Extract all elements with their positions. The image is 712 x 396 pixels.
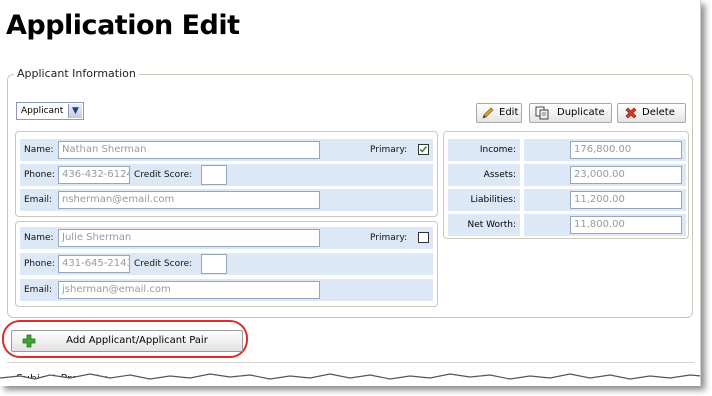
net-worth-row: Net Worth: 11,800.00 [448, 214, 686, 236]
applicant-1-phone-row: Phone: 436-432-6124 Credit Score: [20, 164, 433, 186]
primary-label: Primary: [370, 145, 408, 155]
edit-button[interactable]: Edit [476, 103, 522, 123]
assets-row: Assets: 23,000.00 [448, 164, 686, 186]
liabilities-row: Liabilities: 11,200.00 [448, 189, 686, 211]
name-label: Name: [24, 233, 54, 243]
applicant-2-phone-row: Phone: 431-645-2143 Credit Score: [20, 253, 433, 275]
duplicate-button-label: Duplicate [557, 107, 605, 118]
applicant-1-name-row: Name: Nathan Sherman Primary: [20, 139, 433, 161]
credit-score-label: Credit Score: [134, 170, 193, 180]
net-worth-label: Net Worth: [448, 214, 520, 236]
add-applicant-pair-button[interactable]: Add Applicant/Applicant Pair [11, 330, 243, 352]
applicant-1-email-row: Email: nsherman@email.com [20, 189, 433, 211]
financial-summary-panel: Income: 176,800.00 Assets: 23,000.00 Lia… [443, 131, 689, 239]
page-title: Application Edit [6, 10, 240, 41]
applicant-type-value: Applicant [21, 106, 64, 116]
duplicate-button[interactable]: Duplicate [529, 103, 612, 123]
applicant-panel-2: Name: Julie Sherman Primary: Phone: 431-… [15, 221, 438, 307]
applicant-2-phone-field[interactable]: 431-645-2143 [58, 255, 130, 273]
applicant-1-primary-checkbox[interactable] [418, 144, 429, 155]
delete-x-icon [625, 107, 637, 119]
applicant-1-credit-score-field[interactable] [201, 165, 227, 185]
assets-label: Assets: [448, 164, 520, 186]
applicant-2-primary-checkbox[interactable] [418, 232, 429, 243]
torn-edge-decoration [0, 373, 700, 386]
primary-label: Primary: [370, 233, 408, 243]
income-cell: 176,800.00 [524, 139, 686, 161]
applicant-2-email-row: Email: jsherman@email.com [20, 279, 433, 301]
name-label: Name: [24, 145, 54, 155]
delete-button-label: Delete [642, 107, 675, 118]
application-window: Application Edit Applicant Information A… [0, 0, 701, 386]
income-row: Income: 176,800.00 [448, 139, 686, 161]
applicant-2-credit-score-field[interactable] [201, 254, 227, 274]
applicant-2-name-field[interactable]: Julie Sherman [58, 229, 320, 247]
applicant-1-email-field[interactable]: nsherman@email.com [58, 191, 320, 209]
duplicate-icon [535, 106, 549, 120]
delete-button[interactable]: Delete [617, 103, 686, 123]
email-label: Email: [24, 285, 53, 295]
section-divider [7, 362, 695, 363]
liabilities-field[interactable]: 11,200.00 [570, 191, 682, 209]
income-label: Income: [448, 139, 520, 161]
assets-field[interactable]: 23,000.00 [570, 166, 682, 184]
edit-button-label: Edit [499, 107, 519, 118]
chevron-down-icon[interactable]: ▼ [68, 104, 82, 118]
phone-label: Phone: [24, 259, 55, 269]
applicant-2-name-row: Name: Julie Sherman Primary: [20, 227, 433, 249]
pencil-icon [482, 107, 494, 119]
email-label: Email: [24, 195, 53, 205]
plus-icon [22, 334, 36, 348]
applicant-section-legend: Applicant Information [14, 67, 139, 80]
credit-score-label: Credit Score: [134, 259, 193, 269]
applicant-panel-1: Name: Nathan Sherman Primary: Phone: 436… [15, 131, 438, 217]
liabilities-cell: 11,200.00 [524, 189, 686, 211]
income-field[interactable]: 176,800.00 [570, 141, 682, 159]
net-worth-cell: 11,800.00 [524, 214, 686, 236]
assets-cell: 23,000.00 [524, 164, 686, 186]
net-worth-field[interactable]: 11,800.00 [570, 216, 682, 234]
checkmark-icon [419, 146, 427, 153]
applicant-2-email-field[interactable]: jsherman@email.com [58, 281, 320, 299]
applicant-type-select[interactable]: Applicant ▼ [16, 102, 84, 120]
add-applicant-pair-label: Add Applicant/Applicant Pair [66, 335, 208, 346]
applicant-1-phone-field[interactable]: 436-432-6124 [58, 166, 130, 184]
liabilities-label: Liabilities: [448, 189, 520, 211]
applicant-1-name-field[interactable]: Nathan Sherman [58, 141, 320, 159]
phone-label: Phone: [24, 170, 55, 180]
